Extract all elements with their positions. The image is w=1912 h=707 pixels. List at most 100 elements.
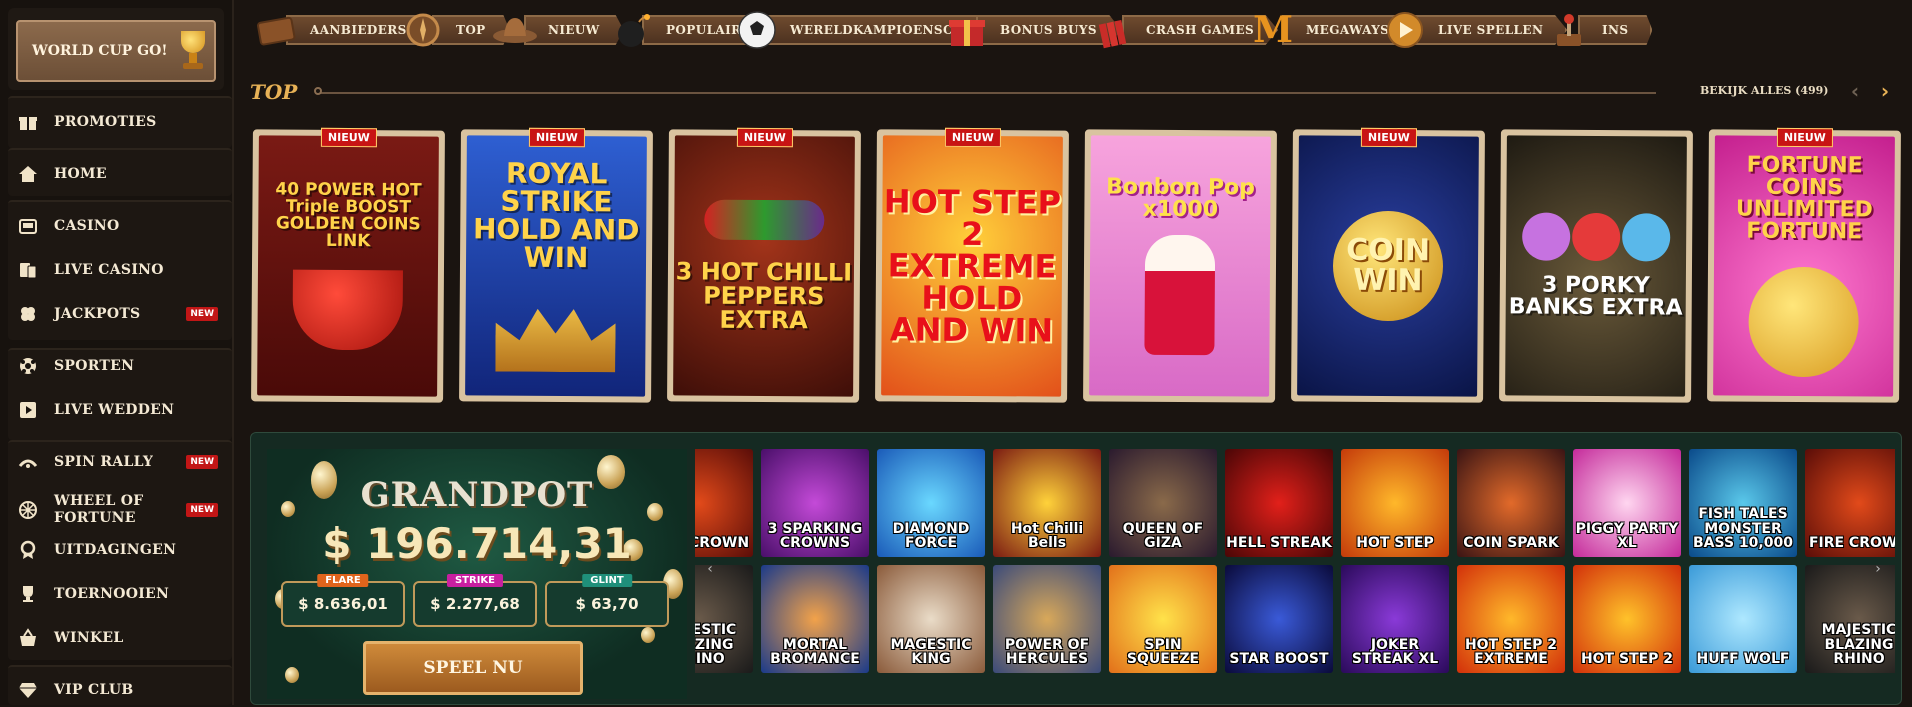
- live-casino-icon: [18, 260, 38, 280]
- basket-icon: [18, 628, 38, 648]
- game-tile-title: MAJESTIC BLAZING RHINO: [695, 621, 737, 668]
- game-tile-title: COIN SPARK: [1463, 535, 1559, 552]
- sidebar-item-spin-rally[interactable]: SPIN RALLY NEW: [18, 445, 218, 479]
- game-tile[interactable]: HOT STEP 2: [1573, 565, 1681, 673]
- jackpot-tier-glint: GLINT $ 63,70: [545, 574, 669, 627]
- sidebar-item-jackpots[interactable]: JACKPOTS NEW: [18, 297, 218, 331]
- game-tile[interactable]: SPIN SQUEEZE: [1109, 565, 1217, 673]
- crown-icon: [495, 302, 615, 373]
- game-artwork: 3 HOT CHILLI PEPPERS EXTRA: [673, 135, 855, 397]
- prev-arrow-icon[interactable]: ‹: [1844, 79, 1866, 103]
- sidebar-item-winkel[interactable]: WINKEL: [18, 621, 218, 655]
- game-tile[interactable]: HOT STEP: [1341, 449, 1449, 557]
- game-card[interactable]: 3 PORKY BANKS EXTRA: [1499, 129, 1693, 403]
- new-badge: NIEUW: [320, 127, 377, 148]
- sidebar-item-uitdagingen[interactable]: UITDAGINGEN: [18, 533, 218, 567]
- game-tile-title: FIRE CROWN: [1808, 535, 1895, 552]
- game-tile[interactable]: MAJESTIC BLAZING RHINO: [695, 565, 753, 673]
- sidebar-item-toernooien[interactable]: TOERNOOIEN: [18, 577, 218, 611]
- game-tile[interactable]: COIN SPARK: [1457, 449, 1565, 557]
- world-cup-label: WORLD CUP GO!: [32, 43, 168, 59]
- casino-icon: [18, 216, 38, 236]
- game-card[interactable]: COIN WIN NIEUW: [1291, 127, 1485, 403]
- game-title: COIN WIN: [1346, 232, 1431, 299]
- game-tile[interactable]: PIGGY PARTY XL: [1573, 449, 1681, 557]
- megaways-m-icon: M: [1253, 9, 1293, 51]
- game-artwork: HOT STEP 2 EXTREME HOLD AND WIN: [881, 135, 1063, 397]
- tiles-next-icon[interactable]: ›: [1869, 559, 1887, 579]
- game-tile[interactable]: DIAMOND FORCE: [877, 449, 985, 557]
- dynamite-icon: [1090, 10, 1136, 50]
- sidebar-item-vip-club[interactable]: VIP CLUB: [18, 673, 218, 707]
- game-tile[interactable]: FISH TALES MONSTER BASS 10,000: [1689, 449, 1797, 557]
- sidebar-item-home[interactable]: HOME: [18, 157, 218, 191]
- next-arrow-icon[interactable]: ›: [1874, 79, 1896, 103]
- coin-icon: [641, 627, 655, 643]
- sidebar-item-label: TOERNOOIEN: [54, 585, 170, 602]
- sidebar-item-live-casino[interactable]: LIVE CASINO: [18, 253, 218, 287]
- sidebar-item-live-wedden[interactable]: LIVE WEDDEN: [18, 393, 218, 427]
- view-all-link[interactable]: BEKIJK ALLES (499): [1700, 84, 1829, 97]
- sidebar-item-label: SPIN RALLY: [54, 453, 154, 470]
- game-tile-title: JOKER STREAK XL: [1351, 636, 1439, 668]
- category-ins[interactable]: INS: [1546, 10, 1653, 50]
- home-icon: [18, 164, 38, 184]
- joystick-icon: [1546, 10, 1592, 50]
- category-nieuw[interactable]: NIEUW: [492, 10, 624, 50]
- game-tile-title: HOT STEP 2: [1580, 651, 1674, 668]
- game-card[interactable]: Bonbon Pop x1000: [1083, 129, 1277, 403]
- sidebar-item-sporten[interactable]: SPORTEN: [18, 349, 218, 383]
- game-tile[interactable]: Hot Chilli Bells: [993, 449, 1101, 557]
- game-tile[interactable]: MAGESTIC KING: [877, 565, 985, 673]
- game-tile[interactable]: FIRE CROWN: [1805, 449, 1895, 557]
- game-tile[interactable]: POWER OF HERCULES: [993, 565, 1101, 673]
- game-tile-title: MAJESTIC BLAZING RHINO: [1821, 621, 1895, 668]
- game-tile[interactable]: QUEEN OF GIZA: [1109, 449, 1217, 557]
- game-title: 40 POWER HOT Triple BOOST GOLDEN COINS L…: [275, 179, 422, 252]
- tier-value: $ 8.636,01: [298, 595, 388, 613]
- popsicle-icon: [1144, 234, 1216, 356]
- sidebar-item-wheel-of-fortune[interactable]: WHEEL OF FORTUNE NEW: [18, 489, 218, 531]
- game-title: Bonbon Pop x1000: [1106, 174, 1255, 223]
- sidebar-item-label: JACKPOTS: [54, 305, 141, 322]
- game-title: FORTUNE COINS UNLIMITED FORTUNE: [1735, 152, 1873, 245]
- trophy-icon: [18, 584, 38, 604]
- game-card[interactable]: ROYAL STRIKE HOLD AND WIN NIEUW: [459, 127, 653, 403]
- game-tile[interactable]: 3 SPARKING CROWNS: [761, 449, 869, 557]
- game-artwork: Bonbon Pop x1000: [1089, 135, 1271, 397]
- game-artwork: COIN WIN: [1297, 135, 1479, 397]
- game-card[interactable]: 3 HOT CHILLI PEPPERS EXTRA NIEUW: [667, 127, 861, 403]
- jackpot-panel: GRANDPOT $ 196.714,31 FLARE $ 8.636,01 S…: [267, 449, 687, 699]
- diamond-icon: [18, 680, 38, 700]
- coin-icon: [1748, 266, 1859, 378]
- divider-dot: [314, 87, 322, 95]
- game-card[interactable]: FORTUNE COINS UNLIMITED FORTUNE NIEUW: [1707, 127, 1901, 403]
- game-tile[interactable]: HELL STREAK: [1225, 449, 1333, 557]
- game-card[interactable]: HOT STEP 2 EXTREME HOLD AND WIN NIEUW: [875, 127, 1069, 403]
- game-artwork: 3 PORKY BANKS EXTRA: [1505, 135, 1687, 397]
- game-tile[interactable]: HOT STEP 2 EXTREME: [1457, 565, 1565, 673]
- game-tile[interactable]: MORTAL BROMANCE: [761, 565, 869, 673]
- new-badge: NEW: [186, 503, 218, 517]
- tier-label: STRIKE: [446, 574, 504, 587]
- game-title: ROYAL STRIKE HOLD AND WIN: [472, 156, 640, 275]
- tiles-prev-icon[interactable]: ‹: [701, 559, 719, 579]
- world-cup-button[interactable]: WORLD CUP GO!: [16, 20, 216, 82]
- play-now-button[interactable]: SPEEL NU: [363, 641, 583, 695]
- sidebar-item-casino[interactable]: CASINO: [18, 209, 218, 243]
- game-tile[interactable]: HUFF WOLF: [1689, 565, 1797, 673]
- game-tile[interactable]: MAJESTIC BLAZING RHINO: [1805, 565, 1895, 673]
- game-tile[interactable]: FIRE CROWN: [695, 449, 753, 557]
- game-card[interactable]: 40 POWER HOT Triple BOOST GOLDEN COINS L…: [251, 127, 445, 403]
- coin-icon: COIN WIN: [1332, 210, 1444, 322]
- top-games-carousel: 40 POWER HOT Triple BOOST GOLDEN COINS L…: [250, 124, 1901, 404]
- category-live-spellen[interactable]: LIVE SPELLEN: [1382, 10, 1568, 50]
- tier-label: FLARE: [317, 574, 369, 587]
- tier-value: $ 2.277,68: [430, 595, 520, 613]
- new-badge: NIEUW: [1776, 127, 1833, 148]
- game-title: HOT STEP 2 EXTREME HOLD AND WIN: [883, 182, 1062, 350]
- sidebar-item-promoties[interactable]: PROMOTIES: [18, 105, 218, 139]
- game-tile[interactable]: JOKER STREAK XL: [1341, 565, 1449, 673]
- sidebar-item-label: WINKEL: [54, 629, 124, 646]
- game-tile[interactable]: STAR BOOST: [1225, 565, 1333, 673]
